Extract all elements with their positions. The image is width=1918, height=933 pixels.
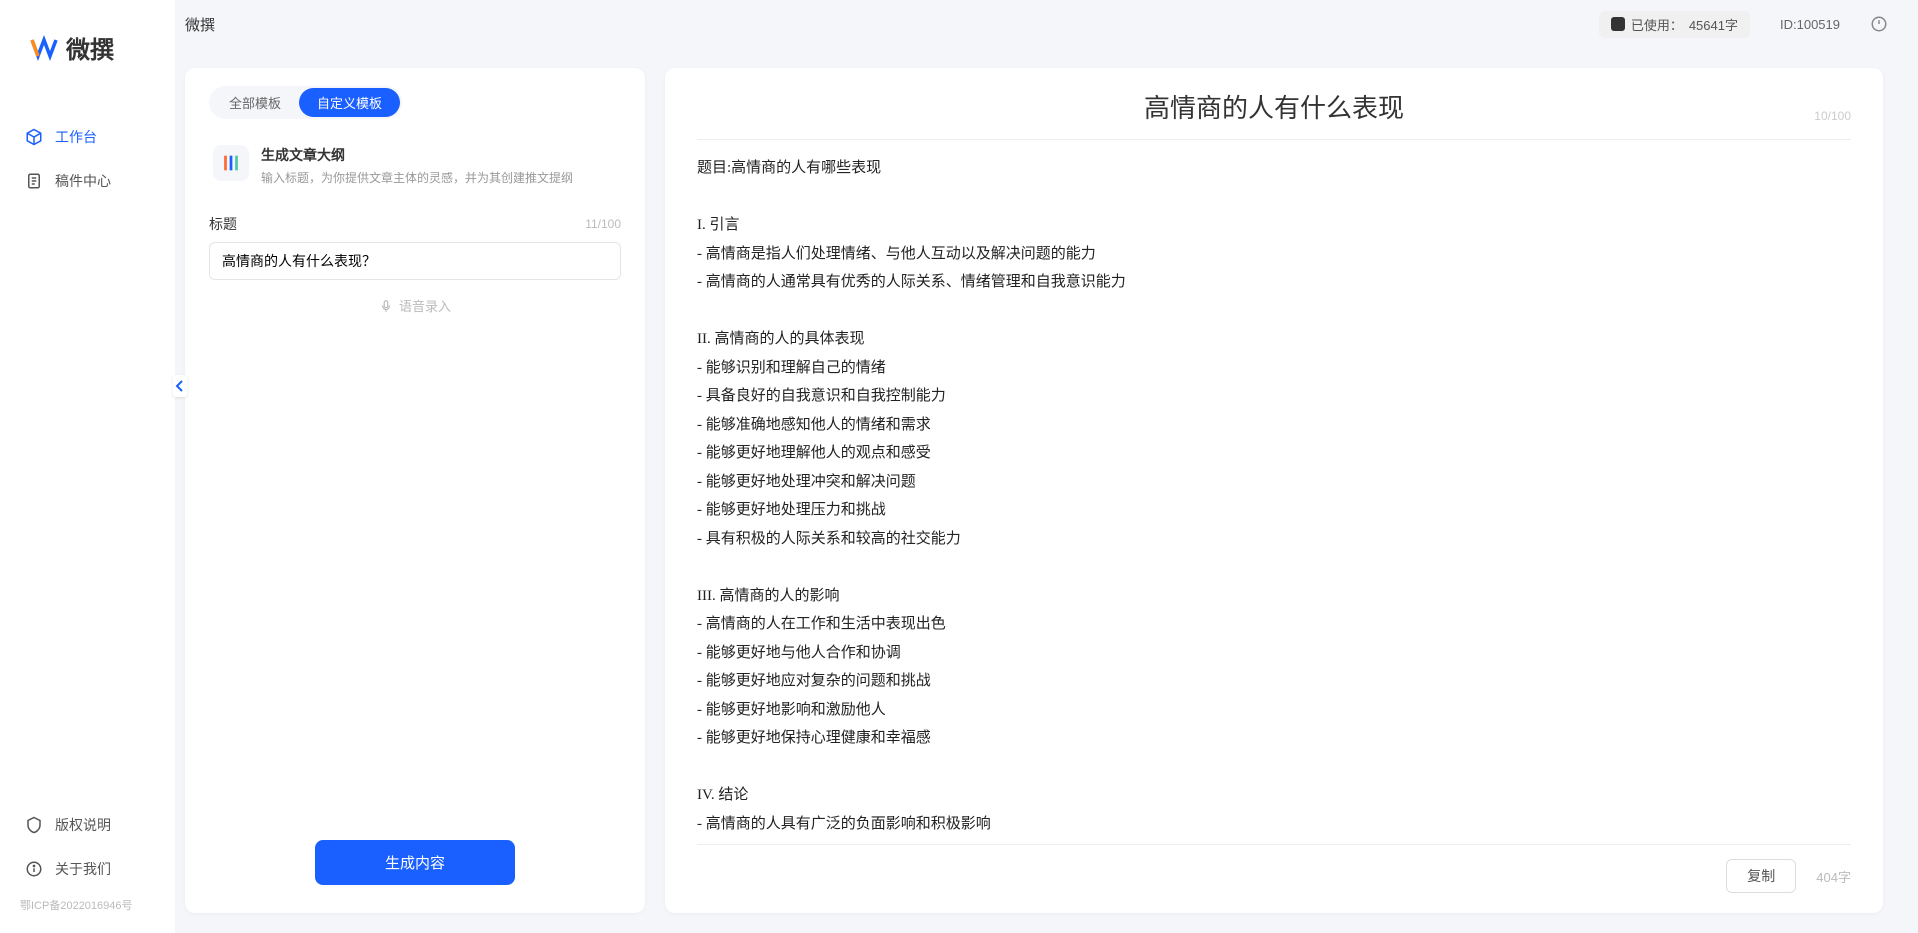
info-icon — [25, 860, 43, 878]
template-icon — [213, 145, 249, 181]
topbar: 微撰 已使用： 45641字 ID:100519 — [175, 0, 1918, 48]
input-panel: 全部模板 自定义模板 生成文章大纲 输入标题，为你提供文章主体的灵感，并为其创建… — [185, 68, 645, 913]
main: 微撰 已使用： 45641字 ID:100519 全部模板 自定义模板 — [175, 0, 1918, 933]
doc-icon — [25, 172, 43, 190]
output-word-count: 404字 — [1816, 867, 1851, 886]
sidebar-item-workspace[interactable]: 工作台 — [0, 115, 175, 159]
mic-icon — [379, 299, 393, 313]
sidebar-item-label: 关于我们 — [55, 859, 111, 879]
divider — [697, 139, 1851, 140]
text-counter-icon — [1611, 17, 1625, 31]
page-title: 微撰 — [185, 14, 215, 35]
usage-badge[interactable]: 已使用： 45641字 — [1599, 11, 1750, 38]
sidebar-item-label: 稿件中心 — [55, 171, 111, 191]
sidebar-bottom: 版权说明 关于我们 鄂ICP备2022016946号 — [0, 803, 175, 933]
generate-button[interactable]: 生成内容 — [315, 840, 515, 885]
shield-icon — [25, 816, 43, 834]
usage-label: 已使用： — [1631, 15, 1683, 34]
sidebar-item-label: 工作台 — [55, 127, 97, 147]
sidebar-item-drafts[interactable]: 稿件中心 — [0, 159, 175, 203]
power-icon[interactable] — [1870, 15, 1888, 33]
title-input[interactable] — [209, 242, 621, 280]
output-panel: 高情商的人有什么表现 10/100 题目:高情商的人有哪些表现 I. 引言 - … — [665, 68, 1883, 913]
template-tabs: 全部模板 自定义模板 — [209, 86, 402, 119]
template-title: 生成文章大纲 — [261, 145, 573, 165]
usage-value: 45641字 — [1689, 15, 1738, 34]
template-card[interactable]: 生成文章大纲 输入标题，为你提供文章主体的灵感，并为其创建推文提纲 — [209, 137, 621, 194]
sidebar: 微撰 工作台 稿件中心 版权说明 — [0, 0, 175, 933]
sidebar-item-label: 版权说明 — [55, 815, 111, 835]
collapse-sidebar-button[interactable] — [173, 375, 187, 397]
cube-icon — [25, 128, 43, 146]
title-char-count: 11/100 — [585, 217, 621, 231]
output-header-count: 10/100 — [1814, 109, 1851, 123]
voice-input-label: 语音录入 — [399, 296, 451, 315]
logo: 微撰 — [0, 0, 175, 105]
output-body[interactable]: 题目:高情商的人有哪些表现 I. 引言 - 高情商是指人们处理情绪、与他人互动以… — [697, 154, 1851, 834]
template-desc: 输入标题，为你提供文章主体的灵感，并为其创建推文提纲 — [261, 169, 573, 186]
tab-all-templates[interactable]: 全部模板 — [211, 88, 299, 117]
copy-button[interactable]: 复制 — [1726, 859, 1796, 893]
title-label: 标题 — [209, 214, 237, 234]
tab-custom-templates[interactable]: 自定义模板 — [299, 88, 400, 117]
icp-footer: 鄂ICP备2022016946号 — [0, 891, 175, 923]
sidebar-nav: 工作台 稿件中心 — [0, 105, 175, 803]
logo-icon — [30, 34, 58, 62]
logo-text: 微撰 — [66, 30, 114, 65]
voice-input-button[interactable]: 语音录入 — [209, 296, 621, 315]
sidebar-item-about[interactable]: 关于我们 — [0, 847, 175, 891]
output-title: 高情商的人有什么表现 — [1144, 88, 1404, 125]
sidebar-item-copyright[interactable]: 版权说明 — [0, 803, 175, 847]
user-id: ID:100519 — [1780, 17, 1840, 32]
